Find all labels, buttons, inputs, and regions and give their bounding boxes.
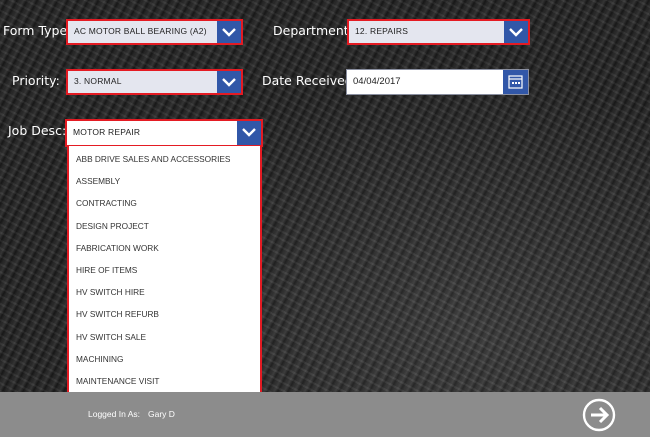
- form-type-value: AC MOTOR BALL BEARING (A2): [74, 26, 207, 36]
- priority-label: Priority:: [12, 73, 60, 88]
- chevron-down-icon[interactable]: [504, 21, 528, 43]
- chevron-down-icon[interactable]: [217, 21, 241, 43]
- arrow-right-circle-icon[interactable]: [581, 397, 617, 433]
- dropdown-option[interactable]: MAINTENANCE VISIT: [69, 370, 260, 392]
- date-received-label: Date Received:: [262, 73, 357, 88]
- dropdown-option[interactable]: ABB DRIVE SALES AND ACCESSORIES: [69, 148, 260, 170]
- calendar-icon[interactable]: [503, 70, 528, 94]
- form-type-label: Form Type:: [3, 23, 72, 38]
- dropdown-option[interactable]: MACHINING: [69, 348, 260, 370]
- job-desc-value: MOTOR REPAIR: [73, 127, 141, 137]
- date-received-value: 04/04/2017: [353, 76, 401, 87]
- priority-select[interactable]: 3. NORMAL: [66, 69, 243, 95]
- dropdown-option[interactable]: HIRE OF ITEMS: [69, 259, 260, 281]
- chevron-down-icon[interactable]: [237, 121, 261, 145]
- logged-in-user: Gary D: [148, 409, 175, 419]
- department-label: Department:: [273, 23, 353, 38]
- dropdown-option[interactable]: FABRICATION WORK: [69, 237, 260, 259]
- dropdown-option[interactable]: DESIGN PROJECT: [69, 215, 260, 237]
- department-value: 12. REPAIRS: [355, 26, 409, 36]
- dropdown-option[interactable]: HV SWITCH REFURB: [69, 303, 260, 325]
- department-select[interactable]: 12. REPAIRS: [347, 19, 530, 45]
- dropdown-option[interactable]: HV SWITCH SALE: [69, 326, 260, 348]
- dropdown-option[interactable]: ASSEMBLY: [69, 170, 260, 192]
- priority-value: 3. NORMAL: [74, 76, 122, 86]
- job-desc-dropdown-list[interactable]: ABB DRIVE SALES AND ACCESSORIES ASSEMBLY…: [67, 146, 262, 399]
- dropdown-option[interactable]: CONTRACTING: [69, 192, 260, 214]
- form-type-select[interactable]: AC MOTOR BALL BEARING (A2): [66, 19, 243, 45]
- job-desc-select[interactable]: MOTOR REPAIR: [65, 119, 263, 147]
- job-desc-label: Job Desc:: [8, 123, 67, 138]
- logged-in-label: Logged In As:: [88, 409, 140, 419]
- footer-bar: Logged In As: Gary D: [0, 392, 650, 437]
- dropdown-option[interactable]: HV SWITCH HIRE: [69, 281, 260, 303]
- chevron-down-icon[interactable]: [217, 71, 241, 93]
- date-received-field[interactable]: 04/04/2017: [346, 69, 529, 95]
